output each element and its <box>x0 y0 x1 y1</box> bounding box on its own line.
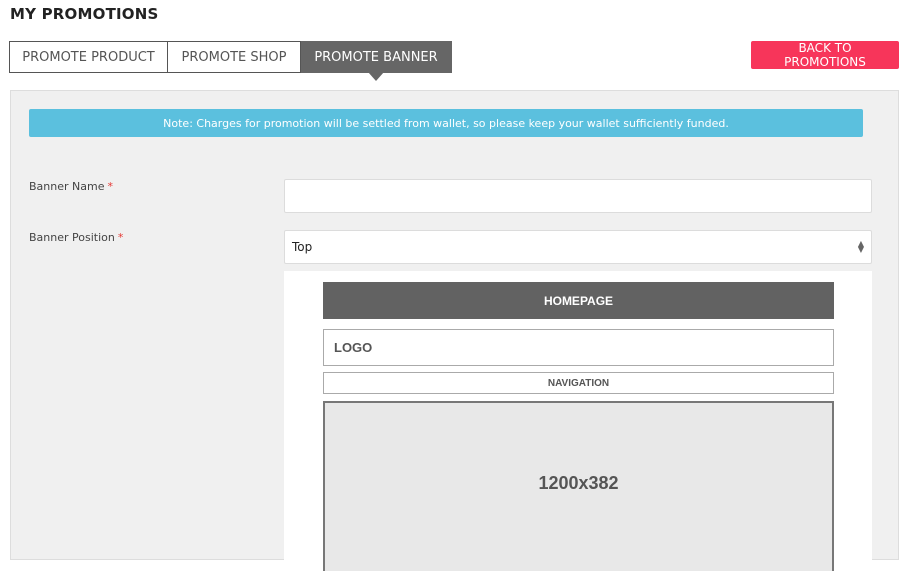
banner-name-label: Banner Name * <box>29 180 113 193</box>
banner-name-label-text: Banner Name <box>29 180 105 193</box>
preview-logo-box: LOGO <box>323 329 834 366</box>
page-title: MY PROMOTIONS <box>10 5 159 23</box>
tab-promote-shop[interactable]: PROMOTE SHOP <box>168 41 301 73</box>
tab-promote-banner[interactable]: PROMOTE BANNER <box>301 41 452 81</box>
promotion-tabs: PROMOTE PRODUCT PROMOTE SHOP PROMOTE BAN… <box>9 41 452 81</box>
banner-position-value: Top <box>292 240 313 254</box>
banner-position-label-text: Banner Position <box>29 231 115 244</box>
back-to-promotions-button[interactable]: BACK TO PROMOTIONS <box>751 41 899 69</box>
preview-banner-area: 1200x382 <box>323 401 834 571</box>
banner-position-label: Banner Position * <box>29 231 123 244</box>
banner-form-panel: Note: Charges for promotion will be sett… <box>10 90 899 571</box>
select-arrows-icon: ▲ ▼ <box>857 239 864 254</box>
required-mark: * <box>117 231 124 244</box>
preview-navigation-bar: NAVIGATION <box>323 372 834 394</box>
banner-name-input[interactable] <box>284 179 872 213</box>
banner-position-preview: HOMEPAGE LOGO NAVIGATION 1200x382 <box>284 271 872 571</box>
preview-homepage-bar: HOMEPAGE <box>323 282 834 319</box>
wallet-note: Note: Charges for promotion will be sett… <box>29 109 863 137</box>
preview-banner-size: 1200x382 <box>538 473 619 493</box>
banner-position-select[interactable]: Top ▲ ▼ <box>284 230 872 264</box>
required-mark: * <box>107 180 113 193</box>
tab-promote-product[interactable]: PROMOTE PRODUCT <box>9 41 168 73</box>
